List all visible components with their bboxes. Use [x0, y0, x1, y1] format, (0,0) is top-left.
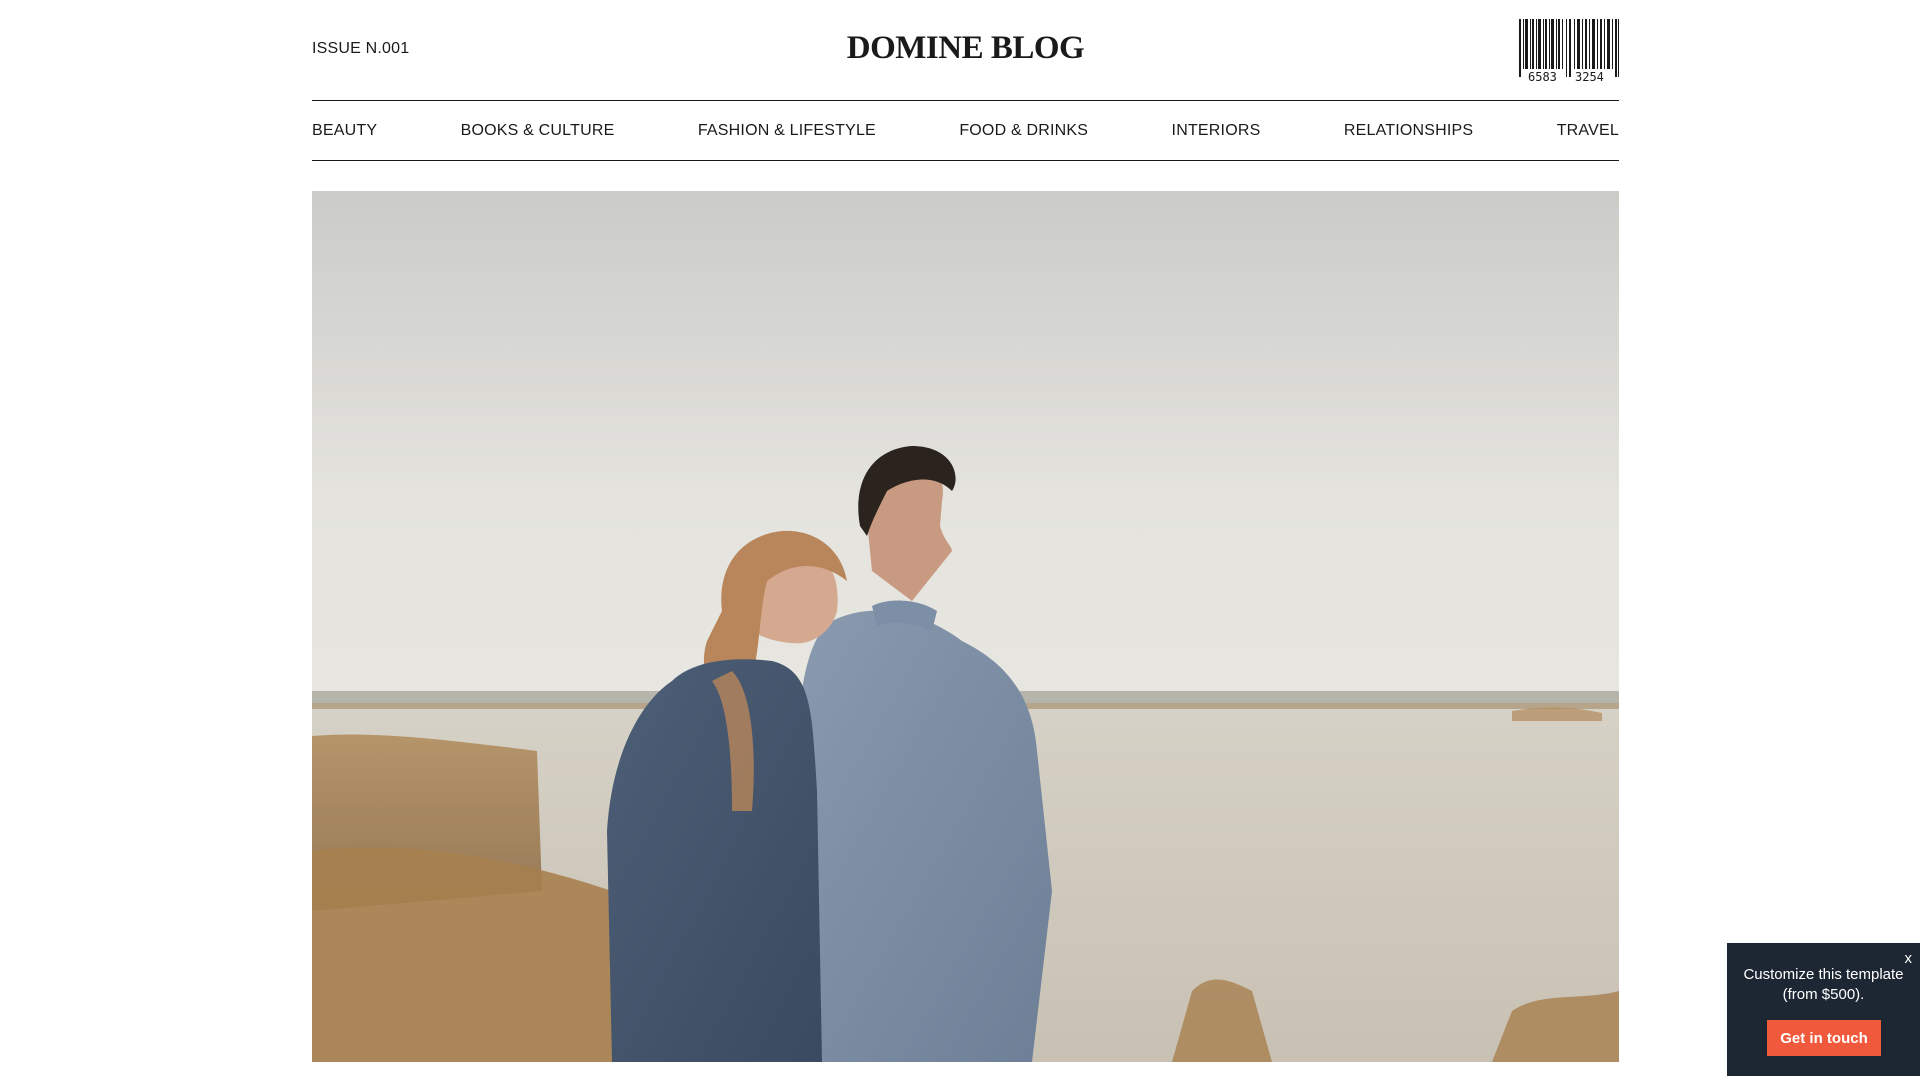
nav-item-relationships[interactable]: RELATIONSHIPS	[1344, 122, 1473, 140]
couple-by-lake-photo	[312, 191, 1619, 1062]
site-title[interactable]: DOMINE BLOG	[312, 30, 1619, 67]
hero-image	[312, 191, 1619, 1062]
site-header: ISSUE N.001 DOMINE BLOG 6583 3254	[312, 0, 1619, 100]
nav-item-books-culture[interactable]: BOOKS & CULTURE	[461, 122, 615, 140]
nav-item-food-drinks[interactable]: FOOD & DRINKS	[959, 122, 1088, 140]
page-container: ISSUE N.001 DOMINE BLOG 6583 3254 BEAUTY…	[312, 0, 1619, 1062]
popup-close-button[interactable]: x	[1905, 951, 1913, 966]
popup-message: Customize this template (from $500).	[1743, 966, 1904, 1003]
nav-item-interiors[interactable]: INTERIORS	[1172, 122, 1261, 140]
nav-item-travel[interactable]: TRAVEL	[1557, 122, 1619, 140]
barcode-number-right: 3254	[1575, 70, 1604, 82]
nav-item-fashion-lifestyle[interactable]: FASHION & LIFESTYLE	[698, 122, 876, 140]
get-in-touch-button[interactable]: Get in touch	[1767, 1020, 1881, 1056]
customize-popup: x Customize this template (from $500). G…	[1727, 943, 1920, 1076]
barcode-icon: 6583 3254	[1519, 19, 1619, 82]
nav-item-beauty[interactable]: BEAUTY	[312, 122, 377, 140]
barcode-number-left: 6583	[1528, 70, 1557, 82]
main-navigation: BEAUTY BOOKS & CULTURE FASHION & LIFESTY…	[312, 100, 1619, 161]
